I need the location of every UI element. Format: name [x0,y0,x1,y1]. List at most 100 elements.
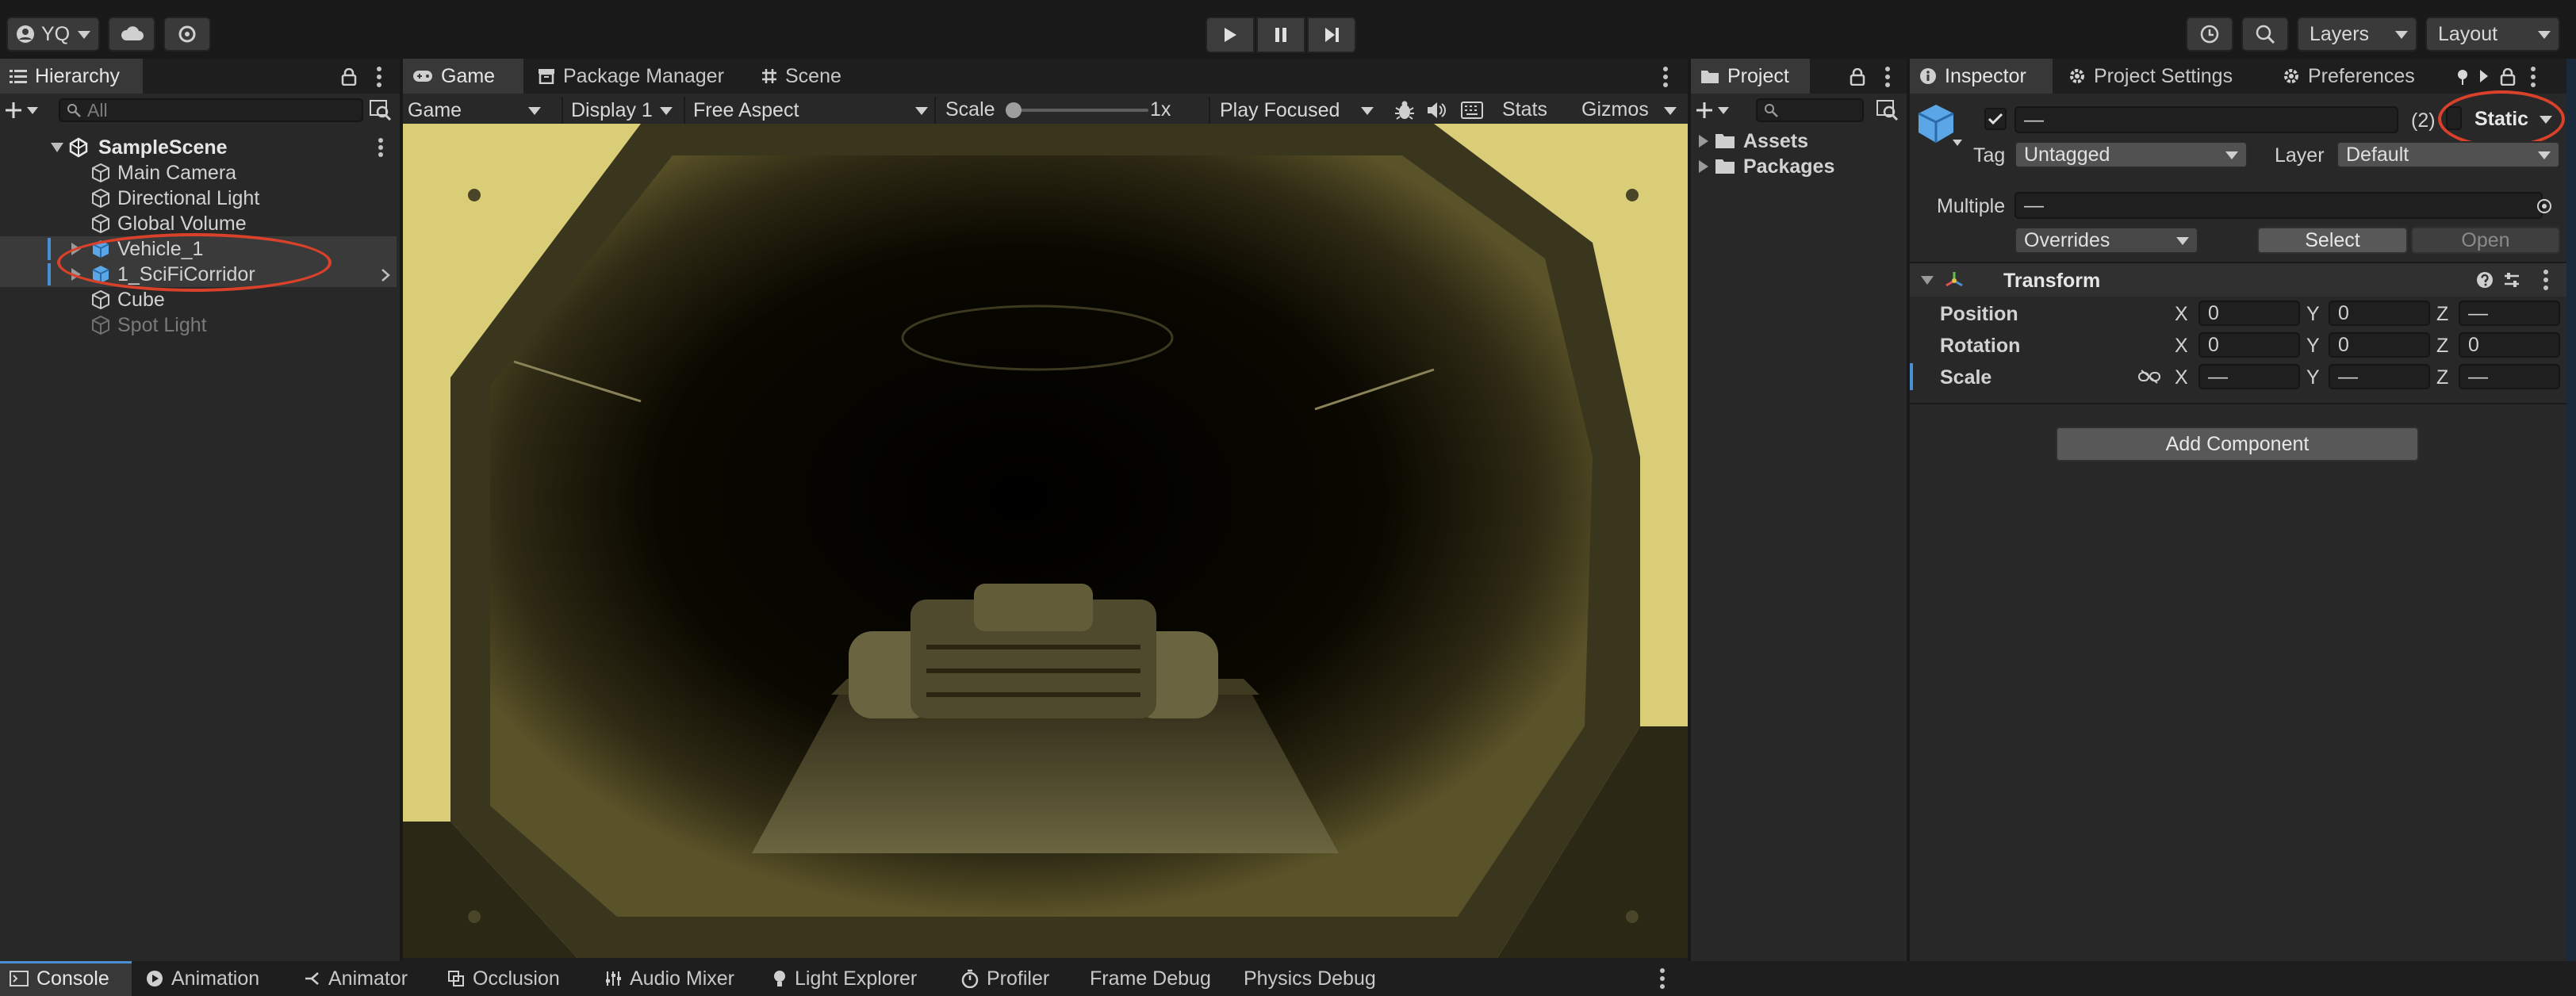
game-viewport[interactable] [403,124,1688,958]
display-dropdown[interactable]: Display 1 [562,97,680,124]
chevron-down-icon[interactable] [915,107,928,115]
open-prefab-button[interactable]: Open [2411,227,2560,254]
add-component-button[interactable]: Add Component [2056,427,2419,462]
game-view-dropdown[interactable]: Game [408,97,549,124]
help-icon[interactable] [2476,271,2494,289]
tab-audio-mixer[interactable]: Audio Mixer [595,961,746,996]
position-z-field[interactable]: — [2459,301,2560,326]
scale-slider[interactable] [1006,102,1148,119]
project-folder-item[interactable]: Packages [1691,154,1907,179]
hierarchy-menu-icon[interactable] [376,67,382,87]
tab-project-settings[interactable]: Project Settings [2059,59,2273,94]
pin-icon[interactable] [2454,68,2471,86]
object-name-field[interactable]: — [2014,106,2398,133]
audio-icon[interactable] [1426,101,1447,120]
bug-icon[interactable] [1394,100,1415,121]
scene-menu-icon[interactable] [378,138,384,157]
link-icon[interactable] [2138,370,2160,384]
keyboard-icon[interactable] [1461,102,1483,119]
play-mode-dropdown[interactable]: Play Focused [1215,97,1382,124]
tab-game[interactable]: Game [403,59,523,94]
tab-animator[interactable]: Animator [293,961,428,996]
component-menu-icon[interactable] [2543,270,2549,290]
game-menu-icon[interactable] [1662,67,1669,87]
chevron-right-icon[interactable] [381,268,390,282]
tab-animation[interactable]: Animation [136,961,279,996]
account-dropdown[interactable]: YQ [6,17,100,52]
tab-hierarchy[interactable]: Hierarchy [0,59,143,94]
add-object-button[interactable] [5,98,49,122]
expand-arrow-icon[interactable] [1699,135,1708,147]
inspector-menu-icon[interactable] [2530,67,2536,87]
project-menu-icon[interactable] [1884,67,1891,87]
object-picker-icon[interactable] [2536,198,2552,214]
tab-light-explorer[interactable]: Light Explorer [763,961,937,996]
layer-dropdown[interactable]: Default [2336,141,2560,168]
play-button[interactable] [1206,17,1255,53]
tab-scene[interactable]: Scene [752,59,863,94]
stats-toggle[interactable]: Stats [1502,98,1547,121]
tab-project-label: Project [1727,64,1789,87]
tab-package-manager[interactable]: Package Manager [528,59,736,94]
search-filter-icon[interactable] [370,100,392,121]
pause-button[interactable] [1256,17,1305,53]
chevron-down-icon[interactable] [1953,140,1962,146]
hierarchy-item[interactable]: Main Camera [0,160,397,186]
layout-dropdown[interactable]: Layout [2425,17,2560,52]
prefab-source-value: — [2024,193,2044,216]
position-y-field[interactable]: 0 [2329,301,2430,326]
axis-y-label: Y [2306,335,2320,357]
prefab-icon [1916,103,1956,146]
create-asset-button[interactable] [1696,98,1740,122]
tab-preferences[interactable]: Preferences [2273,59,2432,94]
tab-inspector[interactable]: Inspector [1910,59,2053,94]
scale-slider-thumb[interactable] [1006,102,1022,118]
cloud-button[interactable] [108,17,155,52]
layers-dropdown[interactable]: Layers [2297,17,2417,52]
tab-frame-debug[interactable]: Frame Debug [1080,961,1223,996]
history-button[interactable] [2186,17,2233,52]
rotation-z-field[interactable]: 0 [2459,332,2560,358]
active-checkbox[interactable] [1984,108,2007,130]
prefab-source-field[interactable]: — [2014,192,2543,219]
hierarchy-item-disabled[interactable]: Spot Light [0,312,397,338]
overrides-dropdown[interactable]: Overrides [2014,227,2198,254]
search-button[interactable] [2241,17,2289,52]
presets-icon[interactable] [2503,271,2520,289]
step-button[interactable] [1307,17,1356,53]
tab-profiler[interactable]: Profiler [952,961,1071,996]
tab-project[interactable]: Project [1691,59,1810,94]
position-x-field[interactable]: 0 [2198,301,2300,326]
transform-header[interactable]: Transform [1910,263,2566,297]
scene-row[interactable]: SampleScene [0,135,397,160]
expand-arrow-icon[interactable] [51,143,63,152]
lock-icon[interactable] [1850,68,1865,86]
search-filter-icon[interactable] [1876,100,1899,121]
project-folder-item[interactable]: Assets [1691,128,1907,154]
select-prefab-button[interactable]: Select [2257,227,2408,254]
hierarchy-item[interactable]: Directional Light [0,186,397,211]
lock-icon[interactable] [341,68,357,86]
scale-z-field[interactable]: — [2459,364,2560,389]
expand-arrow-icon[interactable] [1699,160,1708,173]
collab-settings-button[interactable] [163,17,211,52]
hierarchy-search-input[interactable]: All [59,98,363,122]
project-folder-label: Assets [1743,129,1808,152]
scale-y-field[interactable]: — [2329,364,2430,389]
project-search-input[interactable] [1756,98,1864,122]
tab-physics-debug[interactable]: Physics Debug [1234,961,1393,996]
scale-x-field[interactable]: — [2198,364,2300,389]
tab-console[interactable]: Console [0,961,132,996]
tab-scroll-right-icon[interactable] [2479,69,2489,83]
foldout-arrow-icon[interactable] [1921,276,1934,285]
chevron-down-icon[interactable] [1664,107,1677,115]
hierarchy-item-label: Spot Light [117,313,207,336]
rotation-x-field[interactable]: 0 [2198,332,2300,358]
rotation-y-field[interactable]: 0 [2329,332,2430,358]
lock-icon[interactable] [2500,68,2516,86]
tab-occlusion[interactable]: Occlusion [438,961,581,996]
tag-dropdown[interactable]: Untagged [2014,141,2248,168]
gizmos-toggle[interactable]: Gizmos [1581,98,1649,121]
history-icon [2199,24,2220,44]
bottom-menu-icon[interactable] [1659,968,1666,989]
